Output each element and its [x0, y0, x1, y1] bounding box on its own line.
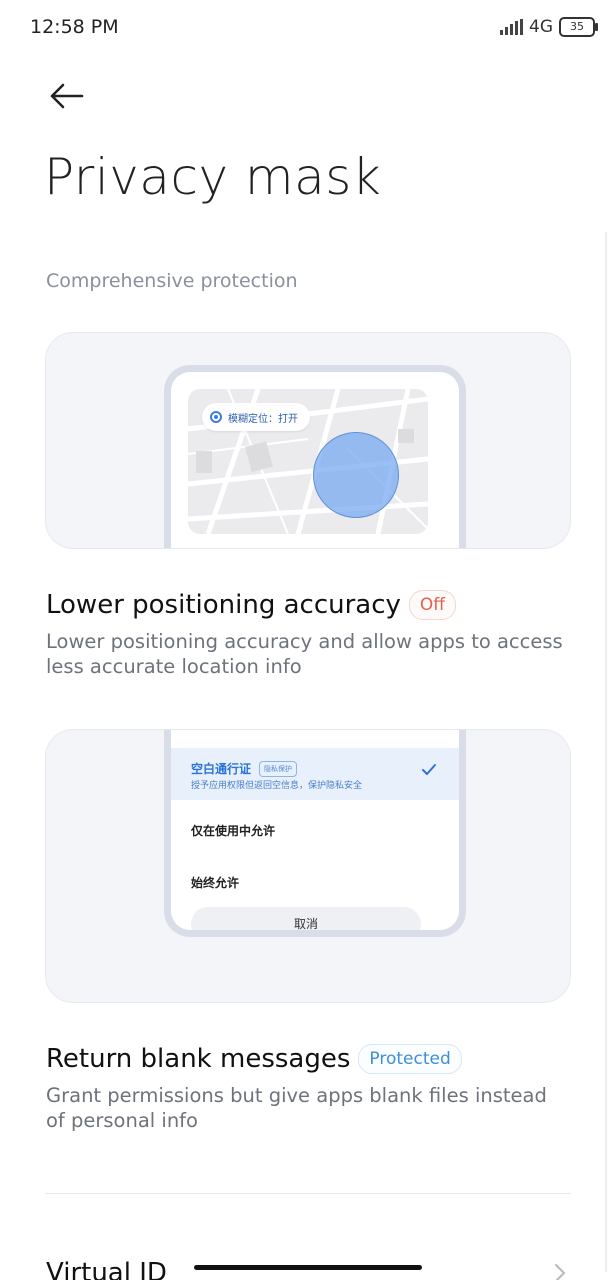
status-bar: 12:58 PM 4G 35	[0, 0, 615, 56]
arrow-left-icon	[50, 83, 84, 109]
perm-option-tag: 隐私保护	[259, 761, 297, 777]
location-target-icon	[210, 411, 222, 423]
section-header: Comprehensive protection	[46, 270, 298, 292]
scrollbar[interactable]	[605, 232, 607, 1272]
back-button[interactable]	[44, 78, 88, 114]
page-title: Privacy mask	[44, 148, 382, 206]
accuracy-radius	[313, 432, 399, 518]
status-time: 12:58 PM	[30, 16, 119, 38]
divider	[46, 1193, 570, 1194]
network-type: 4G	[529, 17, 553, 37]
perm-option-desc: 授予应用权限但返回空信息，保护隐私安全	[191, 781, 363, 791]
perm-option-title: 空白通行证	[191, 762, 252, 776]
perm-option-always: 始终允许	[191, 876, 240, 890]
virtual-id-item[interactable]: Virtual ID	[46, 1258, 167, 1280]
privacy-mask-screen: 12:58 PM 4G 35 Privacy mask Comprehensiv…	[0, 0, 615, 1280]
signal-icon	[500, 19, 523, 35]
perm-option-selected: 空白通行证 隐私保护 授予应用权限但返回空信息，保护隐私安全	[171, 748, 459, 800]
home-indicator[interactable]	[194, 1265, 422, 1270]
map-illustration: 模糊定位：打开	[188, 389, 428, 534]
perm-option-while-using: 仅在使用中允许	[191, 824, 276, 838]
location-chip-text: 模糊定位：打开	[228, 413, 298, 425]
chevron-right-icon	[555, 1264, 565, 1280]
status-badge-off: Off	[408, 590, 457, 620]
status-icons: 4G 35	[500, 16, 598, 38]
location-illustration-card: 模糊定位：打开	[45, 332, 571, 549]
location-accuracy-description: Lower positioning accuracy and allow app…	[46, 630, 563, 678]
blank-messages-row[interactable]: Return blank messages Protected	[46, 1044, 462, 1074]
blank-messages-illustration-card: 空白通行证 隐私保护 授予应用权限但返回空信息，保护隐私安全 仅在使用中允许 始…	[45, 729, 571, 1003]
battery-icon: 35	[559, 17, 598, 37]
check-icon	[422, 764, 436, 775]
location-chip: 模糊定位：打开	[202, 403, 310, 431]
phone-mockup: 模糊定位：打开	[164, 365, 466, 548]
location-accuracy-title: Lower positioning accuracy	[46, 590, 401, 620]
blank-messages-description: Grant permissions but give apps blank fi…	[46, 1084, 547, 1132]
battery-level: 35	[570, 20, 584, 33]
location-accuracy-row[interactable]: Lower positioning accuracy Off	[46, 590, 457, 620]
blank-messages-title: Return blank messages	[46, 1044, 351, 1074]
phone-mockup: 空白通行证 隐私保护 授予应用权限但返回空信息，保护隐私安全 仅在使用中允许 始…	[164, 730, 466, 937]
perm-cancel-button: 取消	[191, 907, 421, 930]
status-badge-protected: Protected	[358, 1044, 462, 1074]
